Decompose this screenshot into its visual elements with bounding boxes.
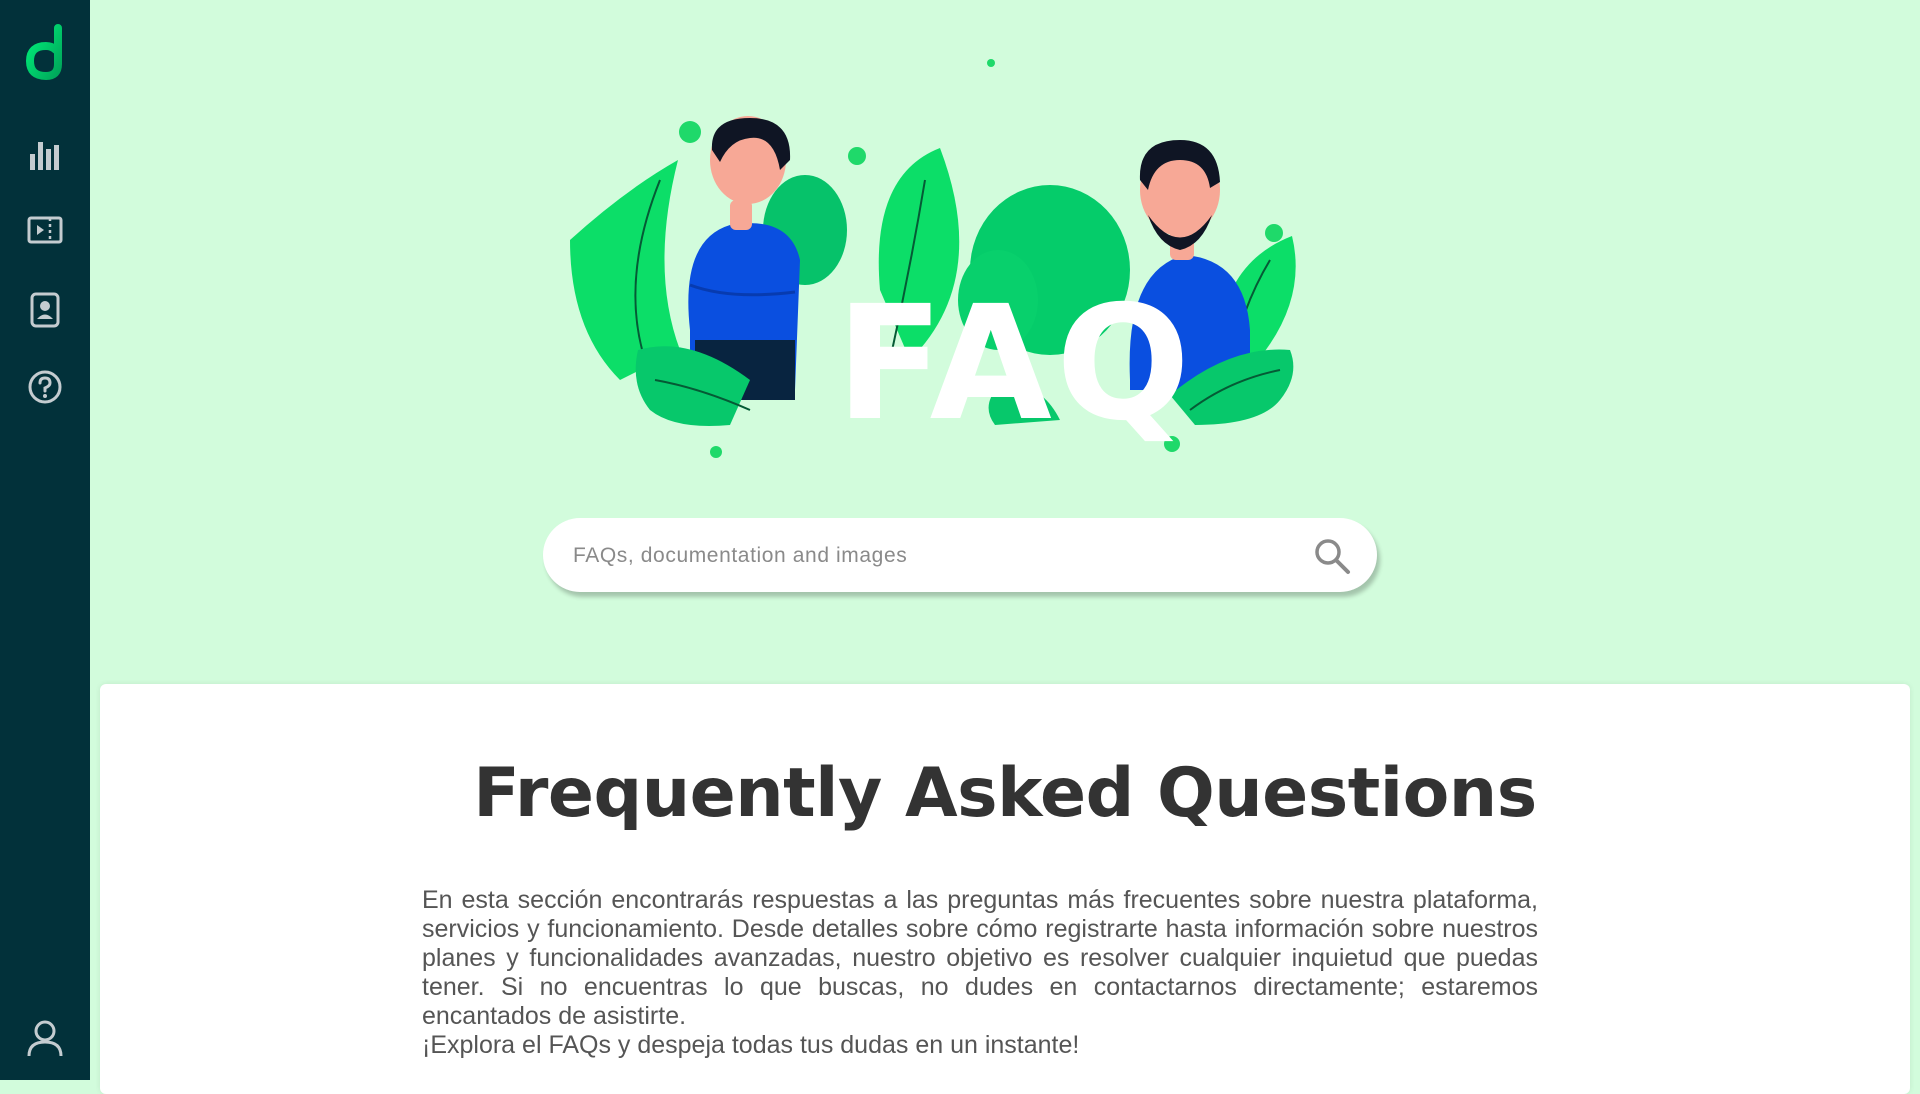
search-icon[interactable] (1313, 537, 1351, 575)
faq-illustration-text: FAQ (836, 272, 1194, 456)
decor-dot (1265, 224, 1283, 242)
faq-hero: FAQ (90, 0, 1920, 680)
sidebar-item-help[interactable] (0, 357, 90, 417)
video-ticket-icon (27, 216, 63, 244)
faq-search-input[interactable] (571, 518, 1315, 594)
sidebar-item-media[interactable] (0, 200, 90, 260)
app-logo[interactable] (0, 22, 90, 82)
sidebar-item-contacts[interactable] (0, 280, 90, 340)
faq-description: En esta sección encontrarás respuestas a… (422, 886, 1538, 1030)
decor-dot (848, 147, 866, 165)
decor-dot (710, 446, 722, 458)
contact-card-icon (30, 292, 60, 328)
bar-chart-icon (30, 142, 59, 170)
help-circle-icon (28, 370, 62, 404)
sidebar-item-analytics[interactable] (0, 125, 90, 185)
faq-search-bar (543, 518, 1377, 594)
page-title: Frequently Asked Questions (473, 754, 1537, 833)
user-profile-button[interactable] (0, 1008, 90, 1068)
faq-cta-text: ¡Explora el FAQs y despeja todas tus dud… (422, 1031, 1080, 1059)
decor-dot (679, 121, 701, 143)
main-content: FAQ Frequently Asked Questions En esta s… (90, 0, 1920, 1094)
sidebar (0, 0, 90, 1080)
d-logo-icon (25, 24, 62, 80)
person-left-neck (730, 200, 752, 230)
decor-dot (987, 59, 995, 67)
user-icon (27, 1020, 63, 1057)
